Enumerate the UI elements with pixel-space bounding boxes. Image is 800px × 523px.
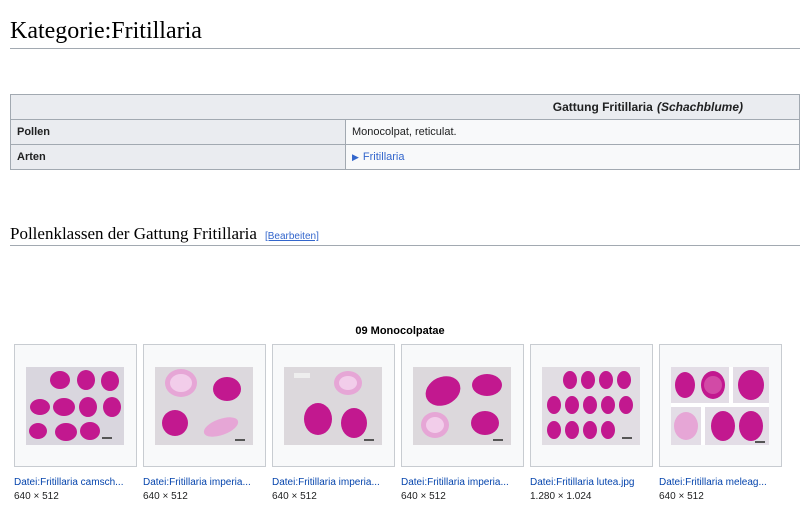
infobox-row-pollen: Pollen Monocolpat, reticulat. [10,119,800,145]
gallery-item: Datei:Fritillaria camsch... 640 × 512 [14,344,137,502]
gallery-file-link[interactable]: Datei:Fritillaria imperia... [401,477,524,488]
gallery-item: Datei:Fritillaria lutea.jpg 1.280 × 1.02… [530,344,653,502]
gallery-item: Datei:Fritillaria imperia... 640 × 512 [272,344,395,502]
infobox-table: Gattung Fritillaria (Schachblume) Pollen… [10,94,800,170]
pollen-thumbnail [542,367,640,445]
gallery-item: Datei:Fritillaria meleag... 640 × 512 [659,344,782,502]
gallery-file-link[interactable]: Datei:Fritillaria imperia... [143,477,266,488]
gallery-file-size: 640 × 512 [14,491,59,502]
gallery-thumb-box[interactable] [143,344,266,467]
gallery-thumb-box[interactable] [14,344,137,467]
title-divider [10,48,800,49]
expand-triangle-icon[interactable]: ▶ [352,152,359,162]
gallery-file-size: 640 × 512 [659,491,704,502]
gallery-file-link[interactable]: Datei:Fritillaria lutea.jpg [530,477,653,488]
gallery-file-size: 640 × 512 [272,491,317,502]
gallery-file-size: 1.280 × 1.024 [530,491,592,502]
section-heading: Pollenklassen der Gattung Fritillaria [Be… [10,224,319,244]
gallery: Datei:Fritillaria camsch... 640 × 512 Da… [14,344,800,519]
infobox-common-name: (Schachblume) [656,100,743,114]
infobox-row-arten: Arten ▶ Fritillaria [10,144,800,170]
gallery-item: Datei:Fritillaria imperia... 640 × 512 [401,344,524,502]
pollen-thumbnail [671,367,769,445]
infobox-genus: Gattung Fritillaria [552,100,653,114]
gallery-file-size: 640 × 512 [143,491,188,502]
infobox-header: Gattung Fritillaria (Schachblume) [10,94,800,120]
gallery-file-link[interactable]: Datei:Fritillaria meleag... [659,477,782,488]
gallery-file-link[interactable]: Datei:Fritillaria imperia... [272,477,395,488]
section-divider [10,245,800,246]
infobox-value: ▶ Fritillaria [345,144,800,170]
section-heading-text: Pollenklassen der Gattung Fritillaria [10,224,257,243]
gallery-thumb-box[interactable] [530,344,653,467]
gallery-file-link[interactable]: Datei:Fritillaria camsch... [14,477,137,488]
infobox-label: Pollen [10,119,346,145]
page-title: Kategorie:Fritillaria [10,18,202,44]
gallery-caption: 09 Monocolpatae [355,325,445,337]
gallery-thumb-box[interactable] [272,344,395,467]
pollen-thumbnail [413,367,511,445]
gallery-thumb-box[interactable] [659,344,782,467]
edit-section-link[interactable]: [Bearbeiten] [265,231,319,242]
gallery-file-size: 640 × 512 [401,491,446,502]
arten-link[interactable]: Fritillaria [363,151,405,163]
gallery-thumb-box[interactable] [401,344,524,467]
infobox-value: Monocolpat, reticulat. [345,119,800,145]
pollen-thumbnail [155,367,253,445]
gallery-item: Datei:Fritillaria imperia... 640 × 512 [143,344,266,502]
pollen-thumbnail [284,367,382,445]
pollen-thumbnail [26,367,124,445]
infobox-label: Arten [10,144,346,170]
